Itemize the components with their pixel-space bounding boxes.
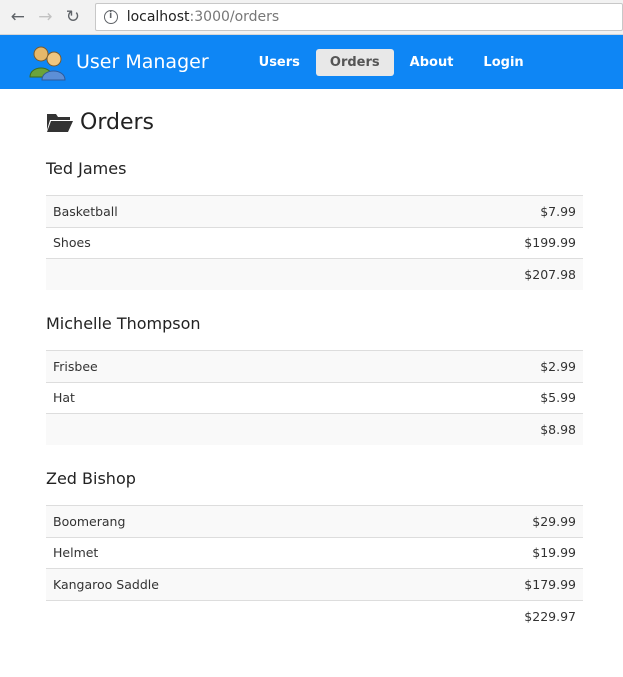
- main-content: Orders Ted James Basketball $7.99 Shoes …: [0, 108, 583, 632]
- product-cell: Basketball: [46, 195, 339, 227]
- total-cell: $229.97: [392, 599, 583, 632]
- price-cell: $29.99: [392, 505, 583, 537]
- table-row: Boomerang $29.99: [46, 505, 583, 537]
- page-header: Orders: [46, 108, 583, 136]
- product-cell: Hat: [46, 381, 337, 414]
- product-cell: Kangaroo Saddle: [46, 568, 393, 600]
- total-row: $207.98: [46, 258, 583, 290]
- empty-cell: [46, 599, 393, 632]
- reload-icon[interactable]: ↻: [63, 7, 83, 27]
- forward-icon[interactable]: →: [36, 7, 56, 27]
- product-cell: Boomerang: [46, 505, 393, 537]
- total-cell: $207.98: [338, 258, 583, 290]
- table-row: Helmet $19.99: [46, 536, 583, 569]
- table-row: Frisbee $2.99: [46, 350, 583, 382]
- back-icon[interactable]: ←: [8, 7, 28, 27]
- total-cell: $8.98: [336, 413, 583, 445]
- page-title: Orders: [80, 109, 154, 135]
- orders-table: Boomerang $29.99 Helmet $19.99 Kangaroo …: [46, 505, 583, 632]
- nav-links: Users Orders About Login: [245, 48, 540, 76]
- product-cell: Shoes: [46, 226, 339, 259]
- orders-table: Basketball $7.99 Shoes $199.99 $207.98: [46, 195, 583, 290]
- price-cell: $7.99: [338, 195, 583, 227]
- customer-orders: Ted James Basketball $7.99 Shoes $199.99…: [46, 159, 583, 290]
- address-bar[interactable]: i localhost:3000/orders: [94, 3, 623, 31]
- product-cell: Frisbee: [46, 350, 337, 382]
- table-row: Basketball $7.99: [46, 195, 583, 227]
- url-host: localhost: [126, 9, 190, 25]
- nav-link-orders[interactable]: Orders: [315, 48, 394, 76]
- url-path: :3000/orders: [189, 9, 280, 25]
- nav-link-users[interactable]: Users: [245, 49, 314, 76]
- total-row: $229.97: [46, 599, 583, 632]
- empty-cell: [46, 413, 337, 445]
- table-row: Shoes $199.99: [46, 226, 583, 259]
- table-row: Kangaroo Saddle $179.99: [46, 568, 583, 600]
- info-icon[interactable]: i: [103, 10, 118, 24]
- customer-name: Ted James: [46, 159, 127, 178]
- price-cell: $199.99: [338, 226, 583, 259]
- price-cell: $5.99: [336, 381, 583, 414]
- customer-name: Zed Bishop: [46, 469, 136, 488]
- orders-table: Frisbee $2.99 Hat $5.99 $8.98: [46, 350, 583, 445]
- price-cell: $179.99: [392, 568, 583, 600]
- product-cell: Helmet: [46, 536, 393, 569]
- customer-orders: Zed Bishop Boomerang $29.99 Helmet $19.9…: [46, 469, 583, 632]
- nav-link-about[interactable]: About: [396, 49, 468, 76]
- price-cell: $2.99: [336, 350, 583, 382]
- browser-toolbar: ← → ↻ i localhost:3000/orders: [0, 0, 623, 35]
- folder-open-icon: [47, 114, 73, 132]
- app-navbar: User Manager Users Orders About Login: [0, 35, 623, 89]
- nav-link-login[interactable]: Login: [469, 49, 537, 76]
- customer-orders: Michelle Thompson Frisbee $2.99 Hat $5.9…: [46, 314, 583, 445]
- empty-cell: [46, 258, 339, 290]
- total-row: $8.98: [46, 413, 583, 445]
- table-row: Hat $5.99: [46, 381, 583, 414]
- brand-title[interactable]: User Manager: [76, 51, 209, 73]
- price-cell: $19.99: [392, 536, 583, 569]
- customer-name: Michelle Thompson: [46, 314, 201, 333]
- users-logo-icon[interactable]: [28, 43, 66, 81]
